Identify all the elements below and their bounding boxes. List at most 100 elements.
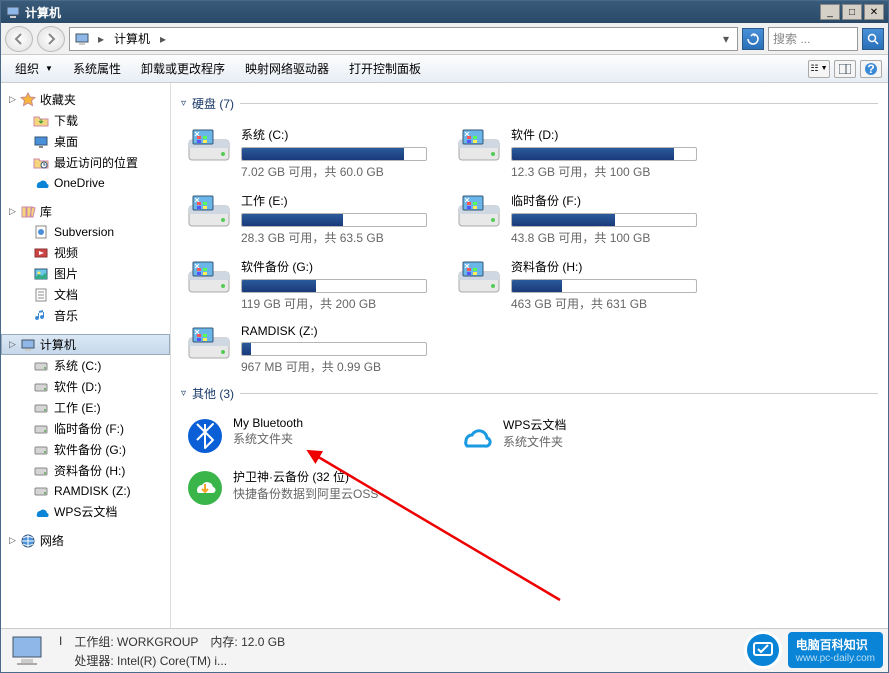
- sidebar-item-recent[interactable]: 最近访问的位置: [1, 152, 170, 173]
- organize-menu[interactable]: 组织▼: [7, 57, 61, 80]
- status-cpu-label: 处理器:: [74, 654, 113, 668]
- network-icon: [20, 533, 36, 549]
- sidebar-item-drive[interactable]: 系统 (C:): [1, 355, 170, 376]
- drive-icon: [33, 483, 49, 499]
- sidebar-item-drive[interactable]: RAMDISK (Z:): [1, 481, 170, 501]
- sidebar-favorites-header[interactable]: ▷ 收藏夹: [1, 89, 170, 110]
- forward-button[interactable]: [37, 26, 65, 52]
- window-title: 计算机: [25, 4, 818, 21]
- watermark-title: 电脑百科知识: [796, 638, 868, 652]
- address-bar[interactable]: ▸ 计算机 ▸ ▾: [69, 27, 738, 51]
- svg-text:?: ?: [867, 62, 874, 76]
- control-panel-button[interactable]: 打开控制面板: [341, 57, 429, 80]
- sidebar-item-music[interactable]: 音乐: [1, 305, 170, 326]
- sidebar-item-subversion[interactable]: Subversion: [1, 222, 170, 242]
- uninstall-button[interactable]: 卸载或更改程序: [133, 57, 233, 80]
- search-button[interactable]: [862, 28, 884, 50]
- minimize-button[interactable]: _: [820, 4, 840, 20]
- chevron-down-icon: ▼: [45, 64, 53, 73]
- other-subtitle: 系统文件夹: [233, 430, 303, 447]
- drive-icon: [33, 379, 49, 395]
- drive-usage-bar: [511, 147, 697, 161]
- drive-icon: [33, 421, 49, 437]
- cloud-icon: [33, 504, 49, 520]
- status-cpu: Intel(R) Core(TM) i...: [117, 654, 227, 668]
- search-icon: [867, 33, 879, 45]
- drive-item[interactable]: 软件 (D:)12.3 GB 可用，共 100 GB: [451, 122, 701, 184]
- chevron-right-icon: ▸: [94, 32, 108, 46]
- map-drive-button[interactable]: 映射网络驱动器: [237, 57, 337, 80]
- drive-item[interactable]: 工作 (E:)28.3 GB 可用，共 63.5 GB: [181, 188, 431, 250]
- sidebar-libraries-header[interactable]: ▷ 库: [1, 201, 170, 222]
- other-subtitle: 系统文件夹: [503, 433, 566, 450]
- system-properties-button[interactable]: 系统属性: [65, 57, 129, 80]
- sidebar: ▷ 收藏夹 下载 桌面 最近访问的位置 OneDrive ▷ 库 Subvers…: [1, 83, 171, 628]
- computer-large-icon: [9, 633, 49, 669]
- expand-icon: ▷: [9, 339, 16, 350]
- sidebar-item-drive[interactable]: 软件 (D:): [1, 376, 170, 397]
- document-icon: [33, 287, 49, 303]
- drive-name: 工作 (E:): [241, 192, 427, 209]
- sidebar-network-label: 网络: [40, 532, 64, 549]
- sidebar-computer-header[interactable]: ▷ 计算机: [1, 334, 170, 355]
- drive-name: 资料备份 (H:): [511, 258, 697, 275]
- other-item[interactable]: My Bluetooth系统文件夹: [181, 412, 431, 460]
- other-name: My Bluetooth: [233, 416, 303, 430]
- drive-large-icon: [185, 324, 233, 364]
- computer-icon: [20, 337, 36, 353]
- sidebar-network-header[interactable]: ▷ 网络: [1, 530, 170, 551]
- view-options-button[interactable]: ☷▼: [808, 60, 830, 78]
- recent-icon: [33, 155, 49, 171]
- drive-item[interactable]: 软件备份 (G:)119 GB 可用，共 200 GB: [181, 254, 431, 316]
- arrow-left-icon: [12, 32, 26, 46]
- drive-item[interactable]: 系统 (C:)7.02 GB 可用，共 60.0 GB: [181, 122, 431, 184]
- sidebar-item-documents[interactable]: 文档: [1, 284, 170, 305]
- sidebar-item-drive[interactable]: 软件备份 (G:): [1, 439, 170, 460]
- other-name: 护卫神·云备份 (32 位): [233, 468, 378, 485]
- other-item[interactable]: 护卫神·云备份 (32 位)快捷备份数据到阿里云OSS: [181, 464, 431, 512]
- drive-item[interactable]: 临时备份 (F:)43.8 GB 可用，共 100 GB: [451, 188, 701, 250]
- drive-name: 系统 (C:): [241, 126, 427, 143]
- drive-free-text: 967 MB 可用，共 0.99 GB: [241, 358, 427, 375]
- dropdown-icon[interactable]: ▾: [719, 32, 733, 46]
- search-input[interactable]: 搜索 ...: [768, 27, 858, 51]
- drive-large-icon: [455, 258, 503, 298]
- expand-icon: ▷: [9, 206, 16, 217]
- drive-item[interactable]: RAMDISK (Z:) 967 MB 可用，共 0.99 GB: [181, 320, 431, 379]
- sidebar-item-videos[interactable]: 视频: [1, 242, 170, 263]
- drive-large-icon: [185, 192, 233, 232]
- sidebar-item-drive[interactable]: 临时备份 (F:): [1, 418, 170, 439]
- sidebar-item-drive[interactable]: 工作 (E:): [1, 397, 170, 418]
- drive-icon: [33, 400, 49, 416]
- maximize-button[interactable]: □: [842, 4, 862, 20]
- drives-group-header[interactable]: ▿ 硬盘 (7): [181, 95, 878, 112]
- status-mem-label: 内存:: [210, 635, 237, 649]
- refresh-button[interactable]: [742, 28, 764, 50]
- star-icon: [20, 92, 36, 108]
- sidebar-item-desktop[interactable]: 桌面: [1, 131, 170, 152]
- help-button[interactable]: ?: [860, 60, 882, 78]
- drive-item[interactable]: 资料备份 (H:) 463 GB 可用，共 631 GB: [451, 254, 701, 316]
- computer-icon: [5, 4, 21, 20]
- other-item[interactable]: WPS云文档系统文件夹: [451, 412, 701, 460]
- close-button[interactable]: ✕: [864, 4, 884, 20]
- drive-free-text: 463 GB 可用，共 631 GB: [511, 295, 697, 312]
- preview-pane-button[interactable]: [834, 60, 856, 78]
- sidebar-computer-label: 计算机: [40, 336, 76, 353]
- other-group-header[interactable]: ▿ 其他 (3): [181, 385, 878, 402]
- cloudbackup-icon: [185, 468, 225, 508]
- back-button[interactable]: [5, 26, 33, 52]
- sidebar-item-drive[interactable]: 资料备份 (H:): [1, 460, 170, 481]
- sidebar-item-pictures[interactable]: 图片: [1, 263, 170, 284]
- breadcrumb[interactable]: 计算机: [112, 30, 152, 47]
- drive-name: RAMDISK (Z:): [241, 324, 427, 338]
- libraries-icon: [20, 204, 36, 220]
- sidebar-item-drive[interactable]: WPS云文档: [1, 501, 170, 522]
- status-hostname: I: [59, 634, 62, 648]
- computer-icon: [74, 31, 90, 47]
- drive-free-text: 43.8 GB 可用，共 100 GB: [511, 229, 697, 246]
- drive-name: 软件备份 (G:): [241, 258, 427, 275]
- sidebar-item-downloads[interactable]: 下载: [1, 110, 170, 131]
- sidebar-item-onedrive[interactable]: OneDrive: [1, 173, 170, 193]
- help-icon: ?: [864, 62, 878, 76]
